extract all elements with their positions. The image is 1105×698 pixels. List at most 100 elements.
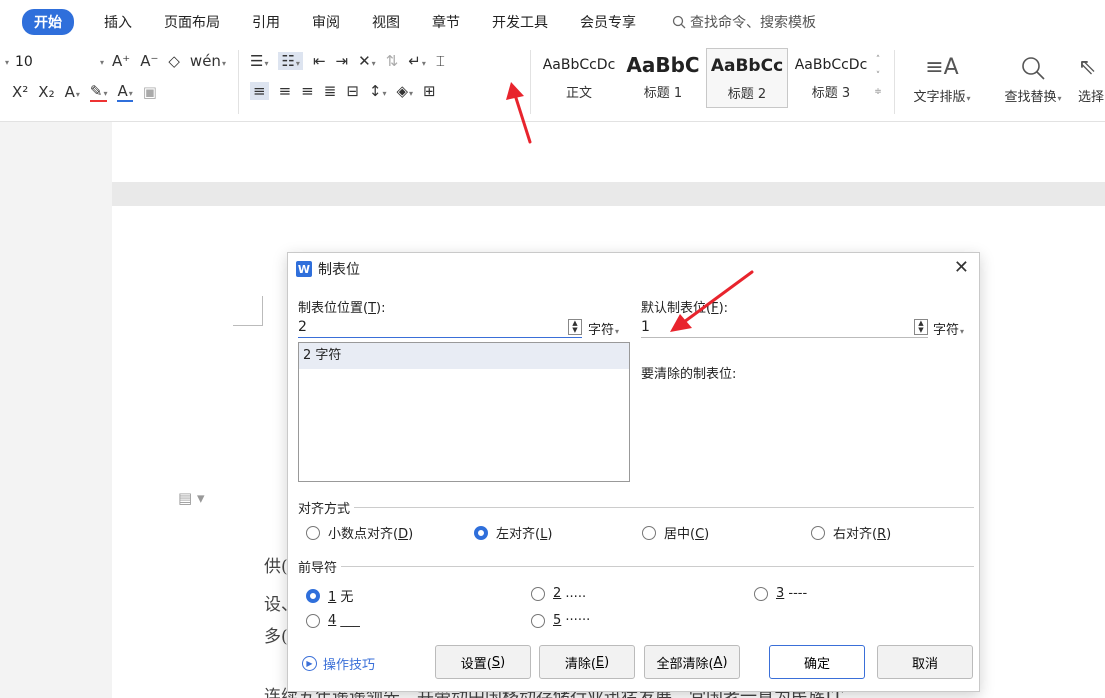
decrease-font-icon[interactable]: A⁻ <box>140 52 158 70</box>
increase-indent-icon[interactable]: ⇥ <box>336 52 349 70</box>
style-preview: AaBbCcDc <box>542 57 616 73</box>
alignment-section: 对齐方式 <box>298 498 974 517</box>
tab-references[interactable]: 引用 <box>252 12 280 32</box>
spinner-arrows-icon[interactable]: ▲ ▼ <box>914 318 928 335</box>
leader-underline-radio[interactable]: 4 ___ <box>306 613 360 628</box>
tab-position-input[interactable] <box>298 316 568 337</box>
style-preview: AaBbCc <box>710 56 784 76</box>
page-gap <box>112 182 1105 206</box>
chinese-layout-icon[interactable]: ✕▾ <box>358 52 376 70</box>
default-tab-field[interactable]: ▲▼ <box>641 316 928 338</box>
tab-position-label: 制表位位置(T): <box>298 301 386 316</box>
style-heading-3[interactable]: AaBbCcDc 标题 3 <box>790 48 872 108</box>
style-gallery-scroll[interactable]: ˄ ˅ ≑ <box>872 52 884 100</box>
ribbon-toolbar: ▾ 10 ▾ A⁺ A⁻ ◇ wén▾ X² X₂ A▾ ✎▾ A▾ ▣ ☰▾ … <box>0 44 1105 122</box>
dialog-title-bar[interactable]: W 制表位 <box>288 253 979 285</box>
default-tab-label: 默认制表位(F): <box>641 301 729 316</box>
font-color-icon[interactable]: A▾ <box>117 82 133 102</box>
phonetic-icon[interactable]: wén▾ <box>190 52 226 70</box>
close-icon[interactable]: ✕ <box>954 257 969 278</box>
wps-logo-icon: W <box>296 261 312 277</box>
align-left-radio[interactable]: 左对齐(L) <box>474 523 552 542</box>
sort-icon[interactable]: ⇅ <box>386 52 399 70</box>
subscript-icon[interactable]: X₂ <box>38 83 54 101</box>
tab-stop-list[interactable]: 2 字符 <box>298 342 630 482</box>
ribbon-divider <box>530 50 531 114</box>
bullet-list-icon[interactable]: ☰▾ <box>250 52 268 70</box>
cancel-button[interactable]: 取消 <box>877 645 973 679</box>
search-icon <box>672 15 686 29</box>
ribbon-divider <box>238 50 239 114</box>
command-search[interactable]: 查找命令、搜索模板 <box>672 12 816 32</box>
style-normal[interactable]: AaBbCcDc 正文 <box>538 48 620 108</box>
set-button[interactable]: 设置(S) <box>435 645 531 679</box>
tab-member[interactable]: 会员专享 <box>580 12 636 32</box>
font-size-select[interactable]: ▾ 10 ▾ <box>4 51 104 73</box>
clear-format-icon[interactable]: ◇ <box>168 52 180 70</box>
paragraph-mark-icon[interactable]: ↵▾ <box>408 52 426 70</box>
line-spacing-icon[interactable]: ↕▾ <box>369 82 387 100</box>
leader-dots-radio[interactable]: 2 ..... <box>531 586 586 601</box>
superscript-icon[interactable]: X² <box>12 83 28 101</box>
highlight-icon[interactable]: ✎▾ <box>89 82 108 102</box>
tab-page-layout[interactable]: 页面布局 <box>164 12 220 32</box>
tips-label: 操作技巧 <box>323 658 376 673</box>
tab-insert[interactable]: 插入 <box>104 12 132 32</box>
default-tab-unit[interactable]: 字符▾ <box>933 319 964 338</box>
previous-page <box>112 122 1105 182</box>
clear-all-button[interactable]: 全部清除(A) <box>644 645 740 679</box>
align-decimal-radio[interactable]: 小数点对齐(D) <box>306 523 413 542</box>
play-icon: ▶ <box>302 656 317 671</box>
text-layout-button[interactable]: ≡A 文字排版▾ <box>904 50 980 105</box>
shading-icon[interactable]: ◈▾ <box>396 82 413 100</box>
numbered-list-icon[interactable]: ☷▾ <box>278 52 303 70</box>
tab-review[interactable]: 审阅 <box>312 12 340 32</box>
increase-font-icon[interactable]: A⁺ <box>112 52 130 70</box>
decrease-indent-icon[interactable]: ⇤ <box>313 52 326 70</box>
leader-middle-dots-radio[interactable]: 5 ······ <box>531 613 590 628</box>
find-replace-label: 查找替换 <box>1004 90 1057 105</box>
tab-section[interactable]: 章节 <box>432 12 460 32</box>
alignment-label: 对齐方式 <box>298 502 351 517</box>
justify-icon[interactable]: ≣ <box>324 82 337 100</box>
menu-bar: 开始 插入 页面布局 引用 审阅 视图 章节 开发工具 会员专享 查找命令、搜索… <box>0 0 1105 44</box>
align-right-icon[interactable]: ≡ <box>301 82 314 100</box>
tab-position-unit[interactable]: 字符▾ <box>588 319 619 338</box>
style-preview: AaBbC <box>626 53 700 77</box>
find-replace-button[interactable]: 查找替换▾ <box>996 50 1070 105</box>
align-center-radio[interactable]: 居中(C) <box>642 523 709 542</box>
chevron-down-icon: ▾ <box>99 57 104 67</box>
select-label: 选择 <box>1078 90 1105 105</box>
leader-dashes-radio[interactable]: 3 ---- <box>754 586 807 601</box>
borders-icon[interactable]: ⊞ <box>423 82 436 100</box>
align-right-radio[interactable]: 右对齐(R) <box>811 523 891 542</box>
align-center-icon[interactable]: ≡ <box>279 82 292 100</box>
align-left-icon[interactable]: ≡ <box>250 82 269 100</box>
tab-stop-icon[interactable]: ⌶ <box>436 52 445 70</box>
tab-view[interactable]: 视图 <box>372 12 400 32</box>
spinner-arrows-icon[interactable]: ▲ ▼ <box>568 318 582 335</box>
style-heading-2[interactable]: AaBbCc 标题 2 <box>706 48 788 108</box>
tips-link[interactable]: ▶ 操作技巧 <box>302 654 375 673</box>
dialog-title: 制表位 <box>318 262 360 278</box>
paragraph-handle-icon[interactable]: ▤ ▾ <box>178 489 204 507</box>
style-name: 标题 3 <box>811 86 851 101</box>
tab-home[interactable]: 开始 <box>22 9 74 35</box>
text-effect-icon[interactable]: A▾ <box>65 83 80 101</box>
default-tab-input[interactable] <box>641 316 914 337</box>
command-search-label: 查找命令、搜索模板 <box>690 15 816 31</box>
tabs-to-clear-label: 要清除的制表位: <box>641 367 737 382</box>
tab-stops-dialog: W 制表位 ✕ 制表位位置(T): ▲▼ 字符▾ 2 字符 默认制表位(F): … <box>287 252 980 692</box>
magnifier-icon <box>996 50 1070 86</box>
tab-position-field[interactable]: ▲▼ <box>298 316 582 338</box>
list-item[interactable]: 2 字符 <box>299 343 629 369</box>
style-heading-1[interactable]: AaBbC 标题 1 <box>622 48 704 108</box>
clear-button[interactable]: 清除(E) <box>539 645 635 679</box>
char-border-icon[interactable]: ▣ <box>143 83 157 101</box>
leader-none-radio[interactable]: 1 无 <box>306 586 353 605</box>
ok-button[interactable]: 确定 <box>769 645 865 679</box>
distributed-icon[interactable]: ⊟ <box>346 82 359 100</box>
tab-developer[interactable]: 开发工具 <box>492 12 548 32</box>
select-button[interactable]: ⇖ 选择 <box>1078 50 1105 105</box>
leader-section: 前导符 <box>298 557 974 576</box>
